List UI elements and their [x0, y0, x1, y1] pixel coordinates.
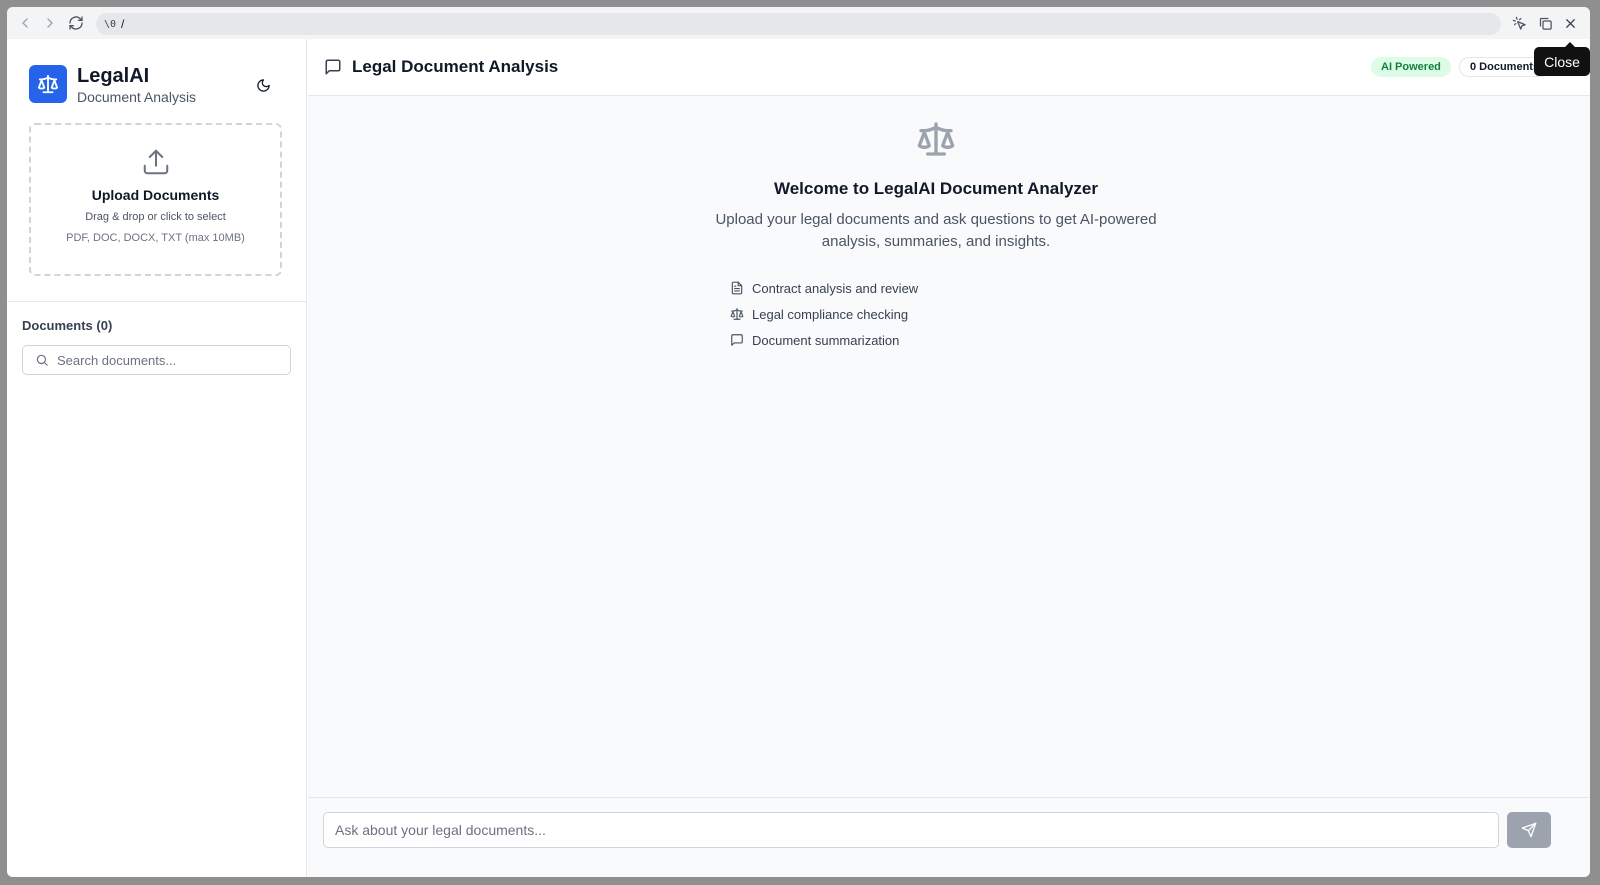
ai-powered-badge: AI Powered	[1371, 57, 1451, 77]
send-icon	[1521, 822, 1537, 838]
upload-title: Upload Documents	[91, 187, 220, 203]
search-input[interactable]	[57, 352, 277, 368]
list-item: Legal compliance checking	[730, 301, 918, 327]
search-icon	[36, 354, 48, 366]
page-title: Legal Document Analysis	[352, 57, 559, 76]
brand-subtitle: Document Analysis	[77, 89, 197, 105]
chat-input[interactable]	[335, 822, 1475, 838]
popout-icon[interactable]	[1535, 13, 1555, 33]
send-button[interactable]	[1507, 812, 1551, 848]
document-search	[22, 345, 291, 375]
message-square-icon	[325, 59, 341, 75]
browser-toolbar: \0 /	[7, 7, 1590, 39]
list-item: Contract analysis and review	[730, 275, 918, 301]
brand-name: LegalAI	[77, 65, 150, 87]
dark-mode-toggle[interactable]	[253, 75, 273, 95]
moon-icon	[256, 78, 270, 92]
sidebar-divider	[7, 301, 307, 302]
scale-icon	[730, 308, 744, 320]
pointer-select-icon[interactable]	[1509, 13, 1529, 33]
sidebar: LegalAI Document Analysis Upload Documen…	[7, 39, 307, 877]
url-prefix: \0	[104, 18, 117, 30]
welcome-description: Upload your legal documents and ask ques…	[715, 211, 1157, 250]
reload-icon[interactable]	[66, 13, 86, 33]
close-icon[interactable]	[1560, 13, 1580, 33]
url-path: /	[121, 17, 125, 31]
welcome-title: Welcome to LegalAI Document Analyzer	[773, 179, 1098, 198]
upload-file-types: PDF, DOC, DOCX, TXT (max 10MB)	[66, 232, 245, 244]
forward-icon[interactable]	[40, 13, 60, 33]
back-icon[interactable]	[15, 13, 35, 33]
upload-dropzone[interactable]: Upload Documents Drag & drop or click to…	[29, 123, 282, 276]
file-text-icon	[731, 281, 743, 295]
main-header: Legal Document Analysis AI Powered 0 Doc…	[308, 39, 1590, 96]
feature-label: Document summarization	[752, 332, 900, 348]
message-square-icon	[731, 334, 743, 346]
upload-hint: Drag & drop or click to select	[85, 211, 226, 223]
scale-icon	[917, 122, 955, 156]
feature-list: Contract analysis and review Legal compl…	[730, 275, 918, 353]
upload-icon	[143, 149, 168, 175]
composer-divider	[308, 797, 1590, 798]
list-item: Document summarization	[730, 327, 918, 353]
feature-label: Legal compliance checking	[752, 306, 909, 322]
main-panel: Legal Document Analysis AI Powered 0 Doc…	[308, 39, 1590, 877]
brand-logo	[29, 65, 67, 103]
close-tooltip: Close	[1534, 42, 1590, 76]
scale-icon	[37, 74, 59, 94]
address-bar[interactable]: \0 /	[96, 13, 1501, 35]
documents-heading: Documents (0)	[22, 318, 113, 333]
feature-label: Contract analysis and review	[752, 280, 919, 296]
composer	[323, 812, 1499, 848]
browser-window: \0 / LegalAI Document Analysis Upload Do…	[7, 7, 1590, 877]
